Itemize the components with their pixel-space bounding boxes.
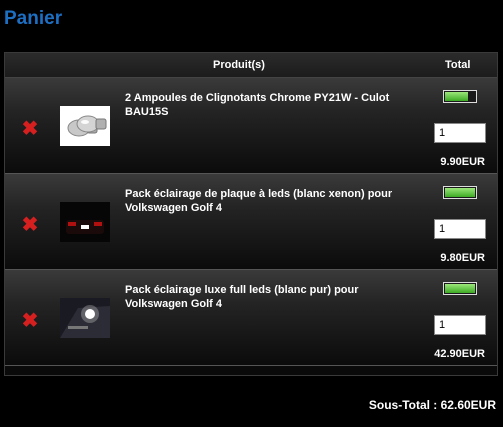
column-header-total: Total	[445, 59, 471, 71]
item-price: 42.90EUR	[434, 348, 485, 360]
product-image	[60, 298, 110, 338]
quantity-input[interactable]	[434, 315, 486, 335]
cart-row: ✖ Pack éclairage de plaque à leds (blanc…	[5, 174, 497, 270]
item-toggle[interactable]	[443, 186, 477, 199]
remove-item-icon[interactable]: ✖	[20, 215, 40, 235]
product-image	[60, 106, 110, 146]
cart-table: Produit(s) Total ✖ 2 Ampoules de Clignot…	[4, 52, 498, 376]
cart-row: ✖ 2 Ampoules de Clignotants Chrome PY21W…	[5, 78, 497, 174]
item-price: 9.80EUR	[440, 252, 485, 264]
item-toggle[interactable]	[443, 282, 477, 295]
subtotal: Sous-Total : 62.60EUR	[368, 398, 496, 412]
column-header-product: Produit(s)	[213, 59, 265, 71]
cart-row: ✖ Pack éclairage luxe full leds (blanc p…	[5, 270, 497, 366]
table-header: Produit(s) Total	[5, 53, 497, 78]
product-name[interactable]: Pack éclairage de plaque à leds (blanc x…	[125, 187, 415, 215]
quantity-input[interactable]	[434, 123, 486, 143]
remove-item-icon[interactable]: ✖	[20, 311, 40, 331]
item-toggle[interactable]	[443, 90, 477, 103]
remove-item-icon[interactable]: ✖	[20, 119, 40, 139]
page-title: Panier	[4, 8, 63, 29]
product-image	[60, 202, 110, 242]
product-name[interactable]: 2 Ampoules de Clignotants Chrome PY21W -…	[125, 91, 415, 119]
quantity-input[interactable]	[434, 219, 486, 239]
item-price: 9.90EUR	[440, 156, 485, 168]
product-name[interactable]: Pack éclairage luxe full leds (blanc pur…	[125, 283, 415, 311]
